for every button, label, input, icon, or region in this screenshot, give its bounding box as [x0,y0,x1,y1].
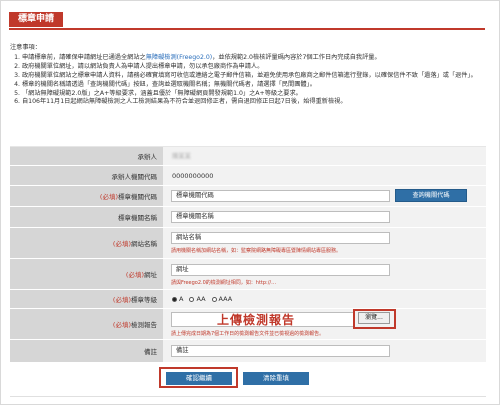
radio-icon[interactable] [189,296,195,302]
site-name-label: (必填) 網站名稱 [10,228,163,258]
upload-report-annotation: 上傳檢測報告 [217,313,296,327]
site-name-hint: 請用機關名稱加網站名稱，如：監察院網路無障礙專區暨陳情網站專區服務。 [171,248,342,254]
applicant-name: 陳某某 [172,153,191,160]
required-mark: (必填) [112,321,131,329]
note-text: 標章的機關名稱請透過「查詢機關代碼」按鈕，查詢並選取機關名稱；無機關代碼者，請選… [22,80,316,88]
query-org-code-button[interactable]: 查詢機關代碼 [395,189,467,202]
org-name-input[interactable]: 標章機關名稱 [171,211,390,223]
required-mark: (必填) [125,271,144,279]
page-title: 標章申請 [9,12,64,27]
option-label: AA [196,295,206,303]
radio-icon[interactable] [211,296,217,302]
applicant-label: 承辦人 [10,147,163,165]
label-text: 備註 [144,348,157,356]
label-text: 標章機關代碼 [118,193,157,201]
url-input[interactable]: 網址 [171,264,390,276]
url-label: (必填) 網址 [10,259,163,289]
note-text: 「網站無障礙規範2.0版」之A+等級要求，涵蓋且優於「無障礙網頁開發規範1.0」… [22,89,302,97]
level-option-a[interactable]: A [172,295,183,303]
required-mark: (必填) [112,296,131,304]
applicant-value-cell: 陳某某 [163,147,486,165]
application-form: 承辦人 陳某某 承辦人機關代碼 0000000000 (必填) 標章機關代碼 標章… [10,146,486,363]
report-cell: 上傳檢測報告 瀏覽... 請上傳完成日期為7個工作日的檢測報告文件並已檢視過的檢… [163,309,486,339]
note-text: 政府機關單位網站之標章申請人資料，請務必確實填寫可收信或連絡之電子郵件信箱，並避… [22,71,477,79]
row-applicant: 承辦人 陳某某 [10,147,486,166]
url-cell: 網址 請與Freego2.0的檢測網址相同，如：http://… [163,259,486,289]
note-item: 申請標章前，請確保申請網址已通過全網站之無障礙檢測(Freego2.0)，並依規… [22,54,488,63]
option-label: AAA [218,295,233,303]
label-text: 網站名稱 [131,240,157,248]
level-cell: A AA AAA [163,290,486,308]
radio-selected-icon[interactable] [172,296,177,302]
org-code-label: (必填) 標章機關代碼 [10,186,163,206]
notes-list: 申請標章前，請確保申請網址已通過全網站之無障礙檢測(Freego2.0)，並依規… [10,54,488,107]
applicant-code-cell: 0000000000 [163,166,486,185]
org-code-cell: 標章機關代碼 查詢機關代碼 [163,186,486,206]
site-name-cell: 網站名稱 請用機關名稱加網站名稱，如：監察院網路無障礙專區暨陳情網站專區服務。 [163,228,486,258]
page-header: 標章申請 [9,12,485,30]
remark-label: 備註 [10,340,163,362]
row-remark: 備註 備註 [10,340,486,363]
note-item: 自106年11月1日起網站無障礙檢測之人工檢測結果為不符合並退回修正者，需自退回… [22,98,488,107]
report-hint: 請上傳完成日期為7個工作日的檢測報告文件並已檢視過的檢測報告。 [171,331,325,337]
freego-link[interactable]: 無障礙檢測(Freego2.0) [146,54,212,61]
label-text: 網址 [144,271,157,279]
form-actions: 確認繼續 清除重填 [0,367,500,391]
level-radio-group: A AA AAA [172,295,232,303]
note-item: 政府機關單位網站之標章申請人資料，請務必確實填寫可收信或連絡之電子郵件信箱，並避… [22,72,488,81]
row-applicant-code: 承辦人機關代碼 0000000000 [10,166,486,186]
label-text: 承辦人 [137,153,158,161]
note-text: 申請標章前，請確保申請網址已通過全網站之 [22,53,146,61]
applicant-code-label: 承辦人機關代碼 [10,166,163,185]
clear-button[interactable]: 清除重填 [243,372,309,385]
required-mark: (必填) [99,193,118,201]
site-name-input[interactable]: 網站名稱 [171,232,390,244]
remark-input[interactable]: 備註 [171,345,390,357]
note-text: 自106年11月1日起網站無障礙檢測之人工檢測結果為不符合並退回修正者，需自退回… [22,98,347,106]
browse-button[interactable]: 瀏覽... [358,312,390,324]
note-text: ，並依規範2.0檢核評量碼內容於7個工作日內完成自我評量。 [212,53,381,61]
option-label: A [179,295,184,303]
bottom-divider [10,396,486,397]
report-label: (必填) 檢測報告 [10,309,163,339]
report-file-input[interactable]: 上傳檢測報告 [171,312,354,327]
row-org-code: (必填) 標章機關代碼 標章機關代碼 查詢機關代碼 [10,186,486,207]
notes-heading: 注意事項： [10,44,41,51]
applicant-code-value: 0000000000 [172,172,214,180]
label-text: 承辦人機關代碼 [111,172,158,181]
row-url: (必填) 網址 網址 請與Freego2.0的檢測網址相同，如：http://… [10,259,486,290]
row-level: (必填) 標章等級 A AA AAA [10,290,486,309]
note-text: 政府機關單位網址，請以網站負責人為申請人提出標章申請，勿以承包廠商作為申請人。 [22,62,264,70]
confirm-button[interactable]: 確認繼續 [166,372,232,385]
org-name-cell: 標章機關名稱 [163,207,486,227]
label-text: 標章機關名稱 [118,214,157,222]
label-text: 檢測報告 [131,321,157,329]
url-hint: 請與Freego2.0的檢測網址相同，如：http://… [171,280,277,286]
row-org-name: 標章機關名稱 標章機關名稱 [10,207,486,228]
level-option-aa[interactable]: AA [189,295,206,303]
label-text: 標章等級 [131,296,157,304]
row-site-name: (必填) 網站名稱 網站名稱 請用機關名稱加網站名稱，如：監察院網路無障礙專區暨陳… [10,228,486,259]
notes-section: 注意事項： 申請標章前，請確保申請網址已通過全網站之無障礙檢測(Freego2.… [10,44,488,107]
org-code-input[interactable]: 標章機關代碼 [171,190,390,202]
note-item: 標章的機關名稱請透過「查詢機關代碼」按鈕，查詢並選取機關名稱；無機關代碼者，請選… [22,81,488,90]
level-option-aaa[interactable]: AAA [211,295,233,303]
row-report: (必填) 檢測報告 上傳檢測報告 瀏覽... 請上傳完成日期為7個工作日的檢測報告… [10,309,486,340]
remark-cell: 備註 [163,340,486,362]
required-mark: (必填) [112,240,131,248]
level-label: (必填) 標章等級 [10,290,163,308]
note-item: 政府機關單位網址，請以網站負責人為申請人提出標章申請，勿以承包廠商作為申請人。 [22,63,488,72]
org-name-label: 標章機關名稱 [10,207,163,227]
